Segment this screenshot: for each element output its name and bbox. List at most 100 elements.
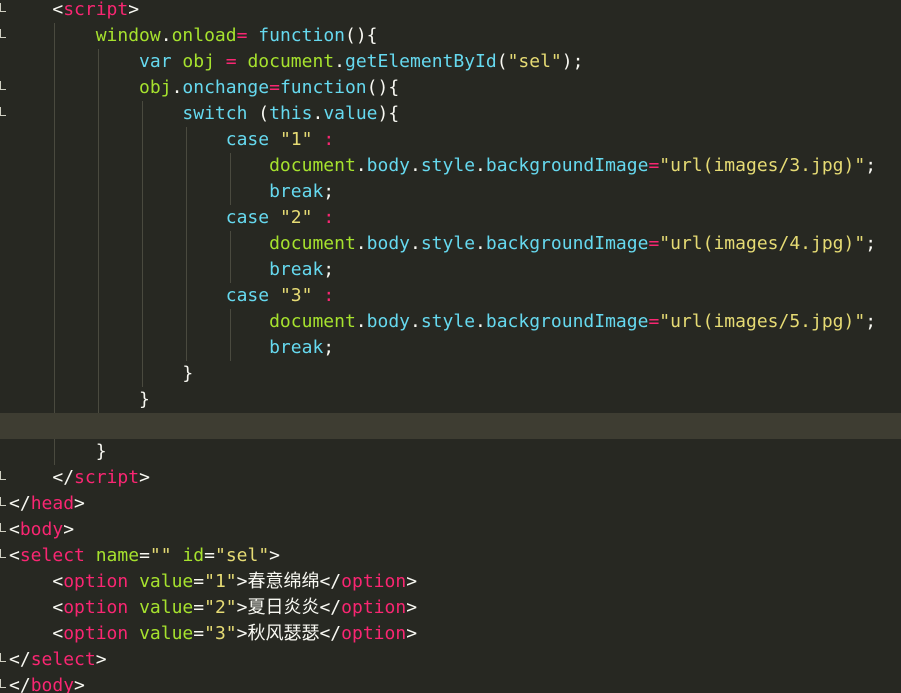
code-token: id <box>182 545 205 566</box>
fold-marker-icon[interactable] <box>0 107 7 121</box>
code-token: value <box>139 597 194 618</box>
code-token: </ <box>52 467 75 488</box>
code-text: var obj = document.getElementById("sel")… <box>9 49 583 75</box>
code-line[interactable]: switch (this.value){ <box>0 101 901 127</box>
fold-marker-icon[interactable] <box>0 471 7 485</box>
code-token: < <box>9 519 20 540</box>
code-line[interactable]: </select> <box>0 647 901 673</box>
code-token: function <box>258 25 345 46</box>
code-token: : <box>323 207 335 228</box>
code-line[interactable]: <script> <box>0 0 901 23</box>
code-line[interactable]: </head> <box>0 491 901 517</box>
fold-marker-icon[interactable] <box>0 497 7 511</box>
fold-marker-icon[interactable] <box>0 81 7 95</box>
code-text: break; <box>9 335 334 361</box>
code-text: break; <box>9 257 334 283</box>
current-line[interactable] <box>0 413 901 439</box>
code-token: "url(images/5.jpg)" <box>659 311 866 332</box>
code-token: "1" <box>204 571 237 592</box>
code-text: document.body.style.backgroundImage="url… <box>9 231 876 257</box>
code-line[interactable]: <body> <box>0 517 901 543</box>
code-token: </ <box>319 597 342 618</box>
code-token: obj <box>182 51 215 72</box>
fold-marker-icon[interactable] <box>0 549 7 563</box>
code-token: body <box>366 155 410 176</box>
code-line[interactable]: } <box>0 387 901 413</box>
code-token: } <box>182 363 194 384</box>
code-token: style <box>420 155 476 176</box>
code-line[interactable]: case "1" : <box>0 127 901 153</box>
code-line[interactable]: case "2" : <box>0 205 901 231</box>
code-token: (){ <box>366 77 400 98</box>
code-token: > <box>406 571 418 592</box>
code-token: onchange <box>182 77 270 98</box>
code-token: "3" <box>204 623 237 644</box>
code-token: option <box>341 597 407 618</box>
code-line[interactable]: } <box>0 361 901 387</box>
code-line[interactable]: <option value="3">秋风瑟瑟</option> <box>0 621 901 647</box>
code-token: name <box>95 545 140 566</box>
code-token: . <box>334 51 345 72</box>
code-token: var <box>139 51 172 72</box>
code-token: > <box>74 493 85 514</box>
code-line[interactable]: } <box>0 439 901 465</box>
fold-marker-icon[interactable] <box>0 29 7 43</box>
fold-marker-icon[interactable] <box>0 653 7 667</box>
code-token: ( <box>496 51 508 72</box>
code-token: . <box>475 155 486 176</box>
code-token: "sel" <box>214 545 270 566</box>
code-token: . <box>475 311 486 332</box>
code-line[interactable]: <option value="1">春意绵绵</option> <box>0 569 901 595</box>
code-line[interactable]: </script> <box>0 465 901 491</box>
fold-marker-icon[interactable] <box>0 679 7 693</box>
code-text: </body> <box>9 673 85 693</box>
code-token: ){ <box>377 103 400 124</box>
code-text: </script> <box>9 465 150 491</box>
code-token: break <box>269 337 324 358</box>
code-token: : <box>323 129 335 150</box>
code-token: case <box>225 207 270 228</box>
code-line[interactable]: <select name="" id="sel"> <box>0 543 901 569</box>
code-token: style <box>420 233 476 254</box>
code-line[interactable]: var obj = document.getElementById("sel")… <box>0 49 901 75</box>
code-token: > <box>269 545 281 566</box>
code-editor[interactable]: <script> window.onload= function(){ var … <box>0 0 901 693</box>
code-line[interactable]: break; <box>0 257 901 283</box>
code-token: value <box>139 623 194 644</box>
code-line[interactable]: </body> <box>0 673 901 693</box>
fold-marker-icon[interactable] <box>0 523 7 537</box>
code-token: = <box>648 233 660 254</box>
code-line[interactable]: document.body.style.backgroundImage="url… <box>0 309 901 335</box>
code-line[interactable]: document.body.style.backgroundImage="url… <box>0 231 901 257</box>
code-line[interactable]: window.onload= function(){ <box>0 23 901 49</box>
code-line[interactable]: break; <box>0 179 901 205</box>
code-token: < <box>52 0 64 20</box>
code-token: > <box>128 0 140 20</box>
code-token: value <box>139 571 194 592</box>
fold-marker-icon[interactable] <box>0 3 7 17</box>
code-text: } <box>9 361 193 387</box>
code-token: < <box>52 623 64 644</box>
code-text: } <box>9 439 107 465</box>
code-line[interactable]: break; <box>0 335 901 361</box>
code-token: backgroundImage <box>485 311 649 332</box>
code-line[interactable]: obj.onchange=function(){ <box>0 75 901 101</box>
code-line[interactable]: <option value="2">夏日炎炎</option> <box>0 595 901 621</box>
code-text: <option value="1">春意绵绵</option> <box>9 569 417 595</box>
code-text: <body> <box>9 517 74 543</box>
code-text: </select> <box>9 647 107 673</box>
code-line[interactable]: case "3" : <box>0 283 901 309</box>
code-text: } <box>9 387 150 413</box>
code-line[interactable]: document.body.style.backgroundImage="url… <box>0 153 901 179</box>
code-token: style <box>420 311 476 332</box>
